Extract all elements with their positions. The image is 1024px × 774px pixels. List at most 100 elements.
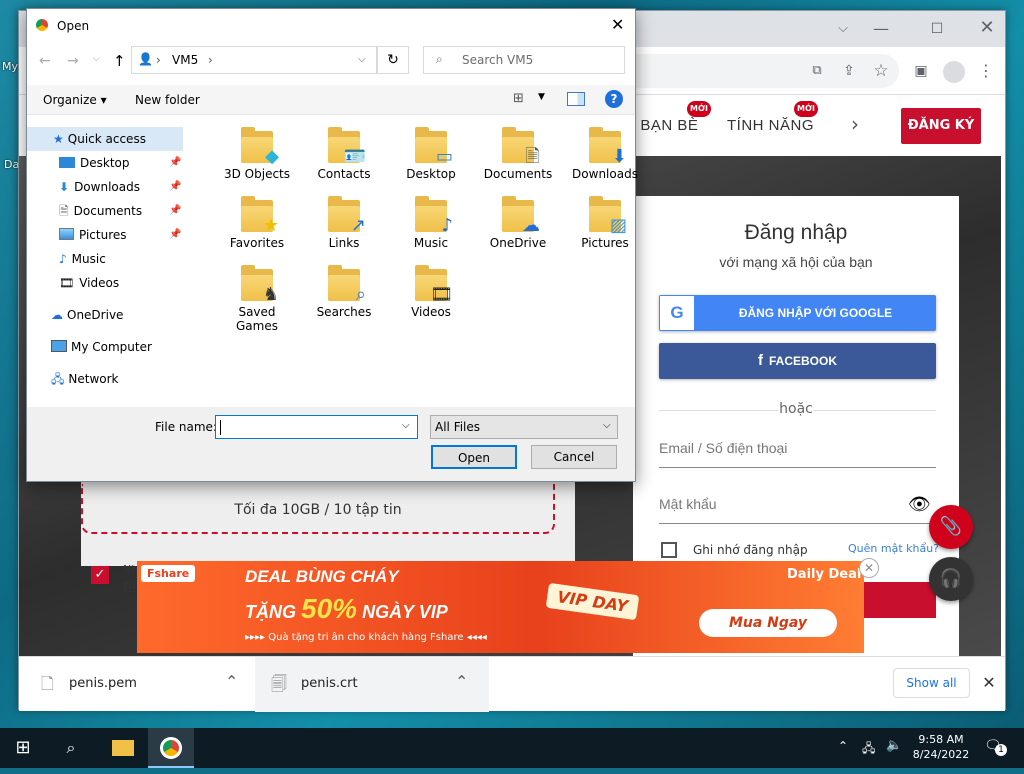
remember-checkbox[interactable] [661,542,677,558]
file-explorer-icon[interactable] [100,728,146,768]
nav-item-network[interactable]: 🖧 Network [51,367,119,391]
folder-item[interactable]: 🎞 Videos [391,265,471,319]
folder-item[interactable]: ★ Favorites [217,196,297,250]
back-arrow-icon[interactable]: ← [39,53,51,69]
folder-item[interactable]: ⌕ Searches [304,265,384,319]
google-login-button[interactable]: G ĐĂNG NHẬP VỚI GOOGLE [659,295,936,331]
register-button[interactable]: ĐĂNG KÝ [901,108,981,144]
nav-item-quick-access[interactable]: ★ Quick access [27,127,183,151]
folder-item[interactable]: ▭ Desktop [391,127,471,181]
pin-icon[interactable]: 📌 [169,205,181,216]
volume-icon[interactable]: 🔈 [886,738,902,753]
folder-icon: ▨ [589,196,627,236]
headset-icon[interactable]: 🎧 [929,557,973,601]
folder-item[interactable]: 🗎 Documents [478,127,558,181]
close-icon[interactable]: ✕ [975,16,999,40]
maximize-icon[interactable]: ☐ [925,17,949,41]
pin-icon[interactable]: 📌 [169,157,181,168]
terms-checkbox[interactable]: ✓ [91,566,109,584]
folder-item[interactable]: ♪ Music [391,196,471,250]
windows-logo-icon: ⊞ [15,737,31,758]
filename-input[interactable]: ⌵ [215,415,418,439]
nav-item-documents[interactable]: 🗎 Documents [59,199,142,223]
download-item[interactable]: 🗐 penis.crt ⌃ [255,657,489,712]
pin-icon[interactable]: 📌 [169,181,181,192]
forgot-password-link[interactable]: Quên mật khẩu? [848,542,939,555]
search-icon[interactable]: ⌕ [48,728,94,768]
nav-item-music[interactable]: ♪ Music [59,247,106,271]
desktop-icon-label[interactable]: My [2,60,18,73]
chevron-down-icon[interactable]: ⌵ [358,54,366,65]
nav-item-pictures[interactable]: Pictures [59,223,127,247]
star-icon: ★ [262,215,279,236]
cancel-button[interactable]: Cancel [531,445,617,469]
chevron-down-icon[interactable]: ⌵ [402,420,410,431]
show-all-button[interactable]: Show all [893,668,970,698]
folder-item[interactable]: ▨ Pictures [565,196,645,250]
password-field[interactable]: Mật khẩu [659,496,936,524]
menu-icon[interactable]: ⋮ [974,59,998,83]
breadcrumb-segment[interactable]: VM5 [172,53,198,67]
translate-icon[interactable]: ⧉ [805,59,829,83]
banner-close-icon[interactable]: ✕ [859,558,879,578]
tab-search-icon[interactable]: ⌵ [831,17,855,41]
new-folder-button[interactable]: New folder [135,93,200,107]
remember-label: Ghi nhớ đăng nhập [693,543,808,557]
side-panel-icon[interactable]: ▣ [909,59,933,83]
address-breadcrumb[interactable]: 👤 › VM5 › ⌵ [131,46,377,74]
pin-icon[interactable]: 📌 [169,229,181,240]
tray-chevron-icon[interactable]: ⌃ [838,739,848,753]
recent-dropdown-icon[interactable]: ⌵ [93,54,100,64]
chevron-down-icon[interactable]: ▼ [538,92,545,102]
buy-now-button[interactable]: Mua Ngay [699,609,837,637]
download-item[interactable]: 🗋 penis.pem ⌃ [29,657,253,712]
nav-item-computer[interactable]: My Computer [51,335,152,359]
notification-icon[interactable]: 🗨 1 [984,738,1007,758]
organize-menu[interactable]: Organize ▾ [43,93,107,107]
chevron-right-icon[interactable]: › [851,112,859,136]
eye-icon[interactable]: 👁 [908,494,931,515]
chevron-up-icon[interactable]: ⌃ [455,672,468,691]
folder-name: Favorites [229,236,285,250]
open-button[interactable]: Open [431,445,517,469]
folder-item[interactable]: ♞ Saved Games [217,265,297,333]
up-arrow-icon[interactable]: ↑ [113,52,126,70]
folder-icon: 🪪 [328,127,366,167]
chrome-taskbar-icon[interactable] [148,728,194,768]
preview-pane-icon[interactable] [567,92,585,106]
folder-item[interactable]: ⬇ Downloads [565,127,645,181]
dialog-close-icon[interactable]: ✕ [611,15,624,34]
email-field[interactable]: Email / Số điện thoại [659,440,936,468]
refresh-icon[interactable]: ↻ [377,46,409,74]
folder-item[interactable]: ☁ OneDrive [478,196,558,250]
file-type-select[interactable]: All Files ⌵ [430,415,618,439]
folder-item[interactable]: 🪪 Contacts [304,127,384,181]
nav-item-videos[interactable]: 🎞 Videos [59,271,119,295]
attachment-icon[interactable]: 📎 [929,505,973,549]
folder-item[interactable]: ↗ Links [304,196,384,250]
nav-item-downloads[interactable]: ⬇ Downloads [59,175,140,199]
close-downloads-icon[interactable]: ✕ [977,671,1001,695]
forward-arrow-icon[interactable]: → [67,53,79,69]
profile-icon[interactable] [943,61,965,83]
start-button[interactable]: ⊞ [0,728,46,768]
search-input[interactable]: ⌕ Search VM5 [423,46,625,74]
view-options-icon[interactable]: ⊞ [513,91,524,106]
nav-item-onedrive[interactable]: ☁ OneDrive [51,303,123,327]
clock[interactable]: 9:58 AM 8/24/2022 [910,732,972,762]
chevron-up-icon[interactable]: ⌃ [225,672,238,691]
terms-link[interactable]: Đi [123,580,136,593]
minimize-icon[interactable]: — [869,17,893,41]
promo-banner[interactable]: Fshare DEAL BÙNG CHÁY TẶNG 50% NGÀY VIP … [137,561,864,653]
desktop-icon-label[interactable]: Da [4,158,19,171]
nav-item-desktop[interactable]: Desktop [59,151,130,175]
facebook-login-button[interactable]: f FACEBOOK [659,343,936,379]
network-tray-icon[interactable]: 🖧 [862,739,875,760]
help-icon[interactable]: ? [605,90,623,108]
folder-item[interactable]: ◆ 3D Objects [217,127,297,181]
share-icon[interactable]: ⇪ [837,59,861,83]
nav-features[interactable]: TÍNH NĂNG [727,117,814,134]
chevron-right-icon[interactable]: › [208,53,213,67]
upload-dropzone[interactable]: Tối đa 10GB / 10 tập tin [81,484,555,534]
star-icon[interactable]: ☆ [869,59,893,83]
